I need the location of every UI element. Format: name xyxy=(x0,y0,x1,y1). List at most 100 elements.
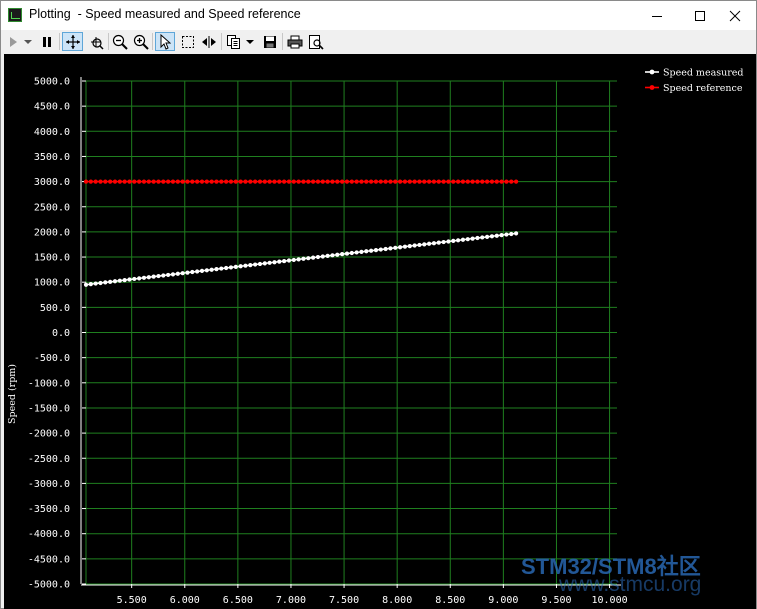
data-point xyxy=(233,264,238,269)
run-button[interactable] xyxy=(6,32,20,51)
copy-dropdown-button[interactable] xyxy=(244,32,256,51)
pause-button[interactable] xyxy=(38,32,56,51)
data-point xyxy=(499,233,504,238)
copy-icon xyxy=(226,34,240,49)
x-tick-label: 9.000 xyxy=(488,595,518,606)
data-point xyxy=(156,179,161,184)
data-point xyxy=(451,179,456,184)
data-point xyxy=(388,179,393,184)
legend-swatch-marker xyxy=(649,85,655,90)
zoom-region-button[interactable] xyxy=(86,32,106,51)
y-tick-label: -3000.0 xyxy=(28,479,70,490)
data-point xyxy=(369,248,374,253)
y-tick-label: -1500.0 xyxy=(28,403,70,414)
zoom-out-button[interactable] xyxy=(110,32,129,51)
data-point xyxy=(253,179,258,184)
data-point xyxy=(112,279,118,284)
select-cursor-button[interactable] xyxy=(155,32,175,51)
x-tick-label: 6.000 xyxy=(170,595,200,606)
pan-button[interactable] xyxy=(62,32,83,51)
y-tick-label: -5000.0 xyxy=(28,580,70,591)
toolbar-separator xyxy=(152,33,153,50)
data-point xyxy=(257,261,263,267)
minimize-button[interactable] xyxy=(634,1,680,30)
title-bar[interactable]: Plotting - Speed measured and Speed refe… xyxy=(1,1,756,30)
maximize-icon xyxy=(695,10,705,21)
data-point xyxy=(88,282,93,287)
plot-area[interactable]: 5000.0 4500.0 4000.0 3500.0 3000.0 2500.0 2000… xyxy=(4,54,756,609)
minimize-icon xyxy=(652,15,662,17)
y-tick-label: 2500.0 xyxy=(34,202,70,213)
y-tick-label: 1500.0 xyxy=(34,253,70,264)
data-point xyxy=(470,179,475,184)
close-button[interactable] xyxy=(712,1,757,30)
print-preview-button[interactable] xyxy=(306,32,325,51)
data-point xyxy=(103,179,108,184)
data-point xyxy=(214,179,219,184)
x-tick-label: 6.500 xyxy=(223,595,253,606)
data-point xyxy=(456,179,461,184)
toolbar-separator xyxy=(282,33,283,50)
data-point xyxy=(122,278,127,283)
data-point xyxy=(166,179,171,184)
data-point xyxy=(108,179,113,184)
data-point xyxy=(243,179,248,184)
data-point xyxy=(199,268,205,273)
x-tick-label: 8.000 xyxy=(382,595,412,606)
data-point xyxy=(364,179,369,184)
data-point xyxy=(180,271,185,276)
data-point xyxy=(146,179,151,184)
zoom-in-icon xyxy=(133,34,149,50)
data-point xyxy=(272,179,277,184)
y-tick-label: 3000.0 xyxy=(34,177,70,188)
save-button[interactable] xyxy=(260,32,279,51)
y-tick-label: 4000.0 xyxy=(34,127,70,138)
zoom-in-button[interactable] xyxy=(131,32,150,51)
data-point xyxy=(98,280,103,286)
data-point xyxy=(175,179,180,184)
print-button[interactable] xyxy=(285,32,304,51)
data-point xyxy=(354,250,359,255)
data-point xyxy=(364,249,369,254)
data-point xyxy=(451,238,456,244)
y-tick-label: 500.0 xyxy=(40,303,70,314)
data-point xyxy=(161,273,166,278)
data-point xyxy=(224,265,229,271)
toolbar-separator xyxy=(108,33,109,50)
data-point xyxy=(233,179,238,184)
select-rect-button[interactable] xyxy=(178,32,197,51)
pan-icon xyxy=(65,34,80,49)
data-point xyxy=(132,276,137,282)
data-point xyxy=(185,270,190,275)
data-point xyxy=(349,179,354,184)
data-point xyxy=(282,258,287,264)
y-tick-label: -2500.0 xyxy=(28,454,70,465)
run-dropdown-button[interactable] xyxy=(22,32,34,51)
data-point xyxy=(398,179,403,184)
data-point xyxy=(417,179,422,184)
data-point xyxy=(277,259,282,264)
data-point xyxy=(465,237,470,242)
data-point xyxy=(161,179,166,184)
data-point xyxy=(137,179,142,184)
data-point xyxy=(330,253,335,258)
y-tick-label: 3500.0 xyxy=(34,152,70,163)
data-point xyxy=(151,274,156,279)
data-point xyxy=(398,245,403,250)
data-point xyxy=(262,261,267,266)
data-point xyxy=(335,252,340,257)
print-preview-icon xyxy=(308,34,324,50)
zoom-region-icon xyxy=(91,36,104,50)
fit-horizontal-button[interactable] xyxy=(199,32,219,51)
legend-label: Speed measured xyxy=(663,68,743,79)
data-point xyxy=(494,179,499,184)
data-point xyxy=(291,257,296,263)
y-tick-label: 2000.0 xyxy=(34,227,70,238)
copy-button[interactable] xyxy=(224,32,243,51)
data-point xyxy=(373,248,379,253)
y-tick-label: 1000.0 xyxy=(34,278,70,289)
speed-chart[interactable]: 5000.0 4500.0 4000.0 3500.0 3000.0 2500.0 2000… xyxy=(4,54,756,609)
data-point xyxy=(359,249,364,254)
y-tick-label: -4000.0 xyxy=(28,529,70,540)
data-point xyxy=(402,244,408,249)
